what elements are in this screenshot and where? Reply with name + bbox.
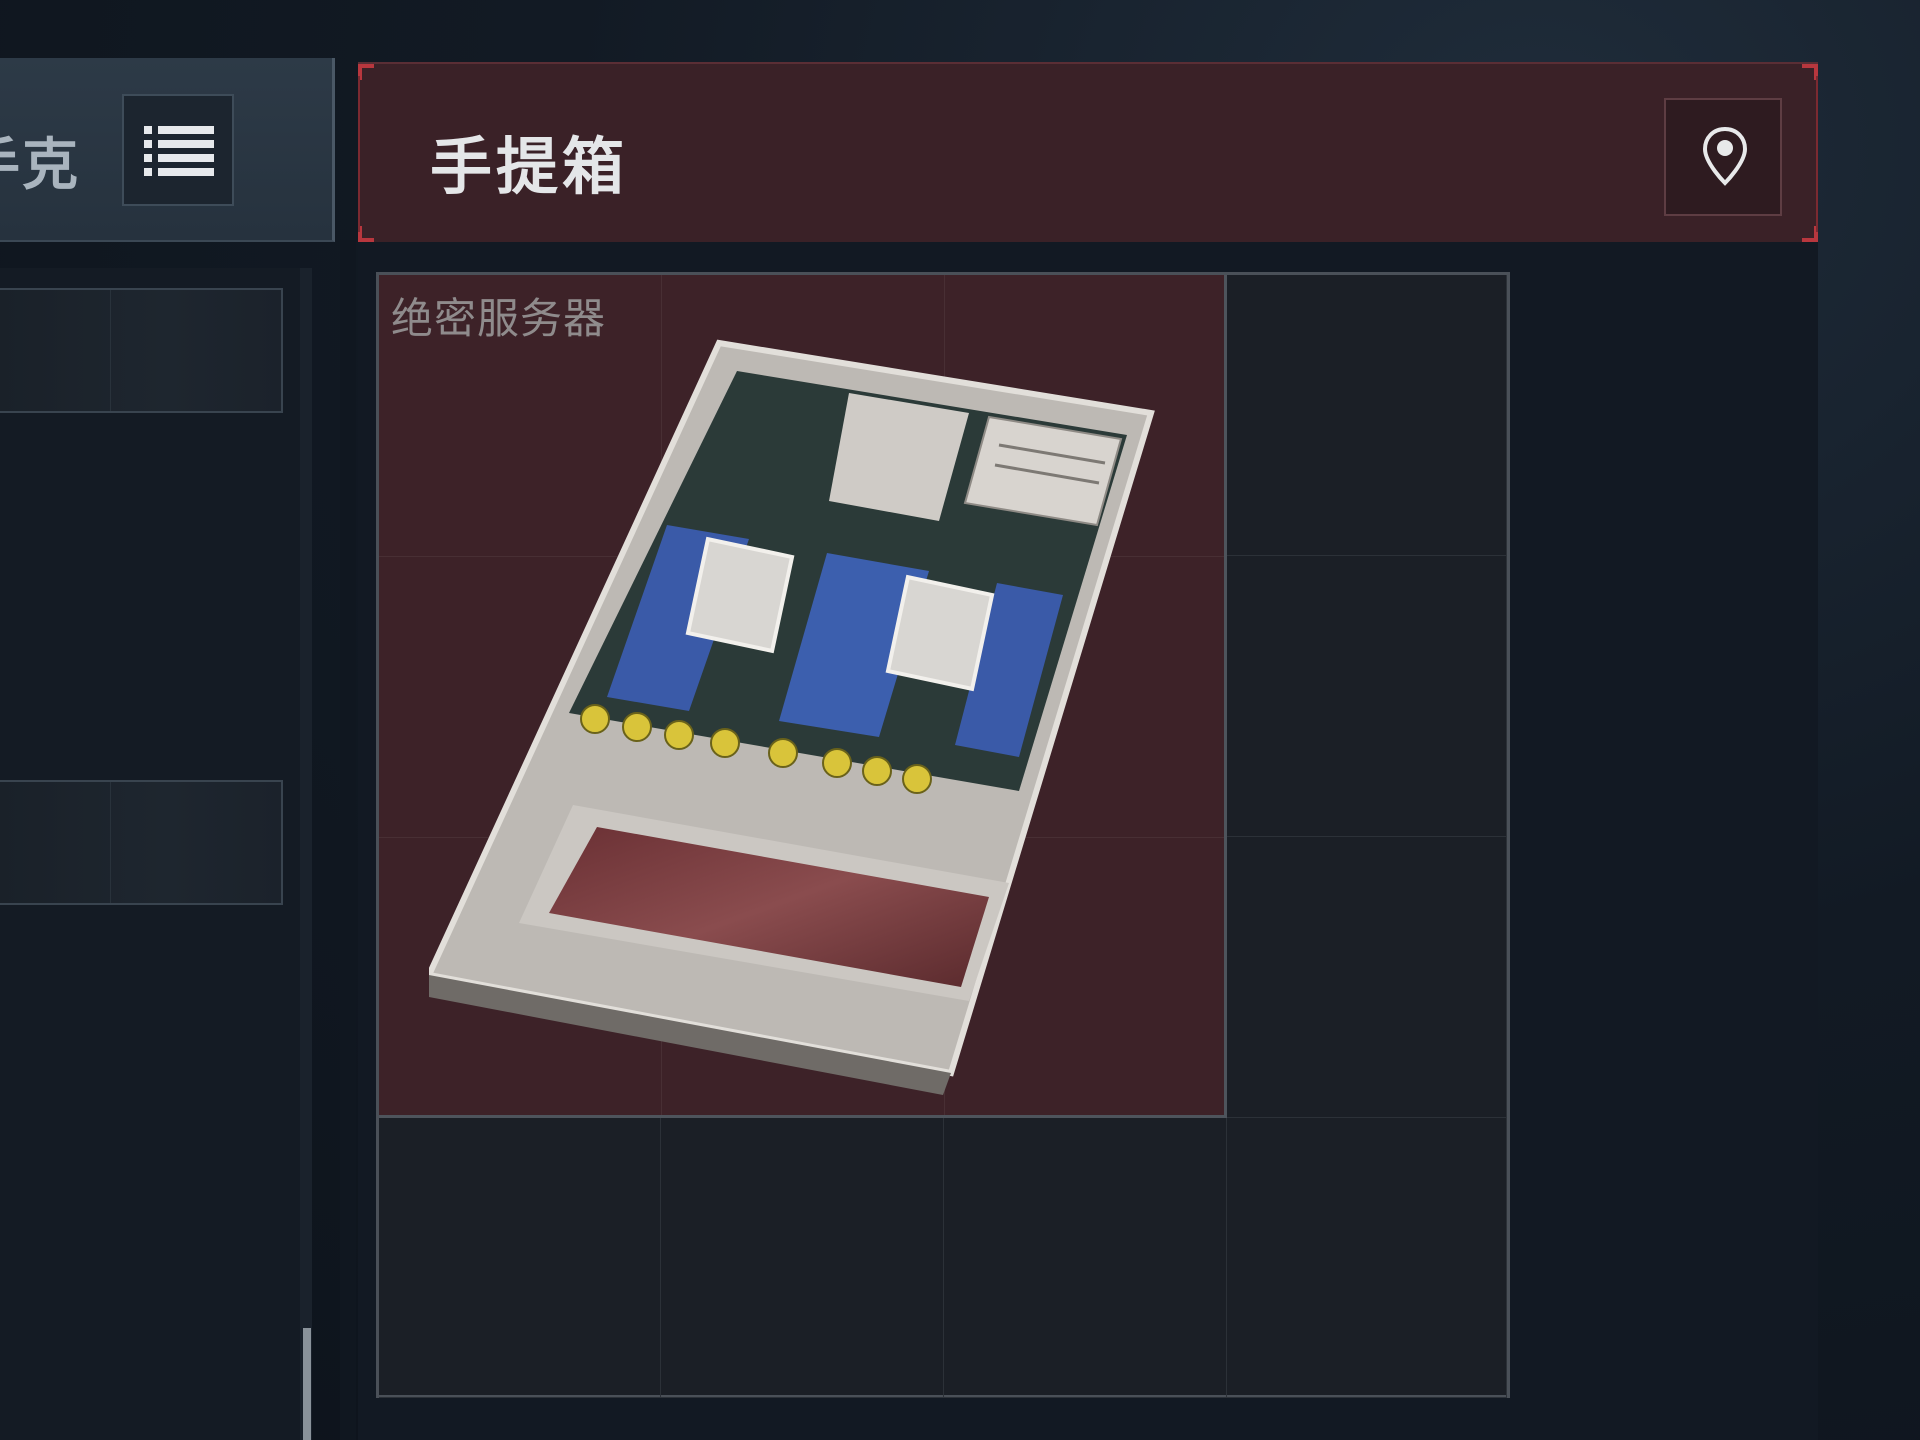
- list-view-button[interactable]: [122, 94, 234, 206]
- grid-cell[interactable]: [379, 1118, 661, 1398]
- map-pin-icon: [1703, 127, 1747, 186]
- header-edge: [358, 76, 360, 232]
- left-panel-title: 手克: [0, 133, 80, 198]
- briefcase-grid: 绝密服务器: [376, 272, 1510, 1398]
- left-scrollbar[interactable]: [300, 268, 312, 1440]
- left-panel-list: [0, 268, 300, 1440]
- header-edge: [1816, 76, 1818, 232]
- server-icon: [429, 339, 1155, 1095]
- briefcase-header: 手提箱: [358, 62, 1818, 242]
- grid-cell[interactable]: [1227, 556, 1507, 837]
- item-name-label: 绝密服务器: [391, 294, 607, 343]
- corner-bracket: [358, 226, 374, 242]
- briefcase-title: 手提箱: [430, 130, 629, 203]
- grid-cell[interactable]: [1227, 1118, 1507, 1398]
- left-scrollbar-thumb[interactable]: [303, 1328, 311, 1440]
- left-panel-header: 手克: [0, 58, 335, 242]
- left-inventory-slot[interactable]: [0, 288, 283, 413]
- panel-divider: [340, 240, 356, 1440]
- locate-button[interactable]: [1664, 98, 1782, 216]
- grid-cell[interactable]: [661, 1118, 944, 1398]
- grid-cell[interactable]: [1227, 837, 1507, 1118]
- briefcase-panel: 手提箱 绝密服务器: [358, 62, 1818, 1440]
- grid-cell[interactable]: [1227, 275, 1507, 556]
- left-inventory-slot[interactable]: [0, 780, 283, 905]
- list-icon: [144, 126, 214, 176]
- left-panel: 手克: [0, 58, 335, 1440]
- item-top-secret-server[interactable]: 绝密服务器: [379, 275, 1227, 1118]
- corner-bracket: [358, 64, 374, 80]
- grid-cell[interactable]: [944, 1118, 1227, 1398]
